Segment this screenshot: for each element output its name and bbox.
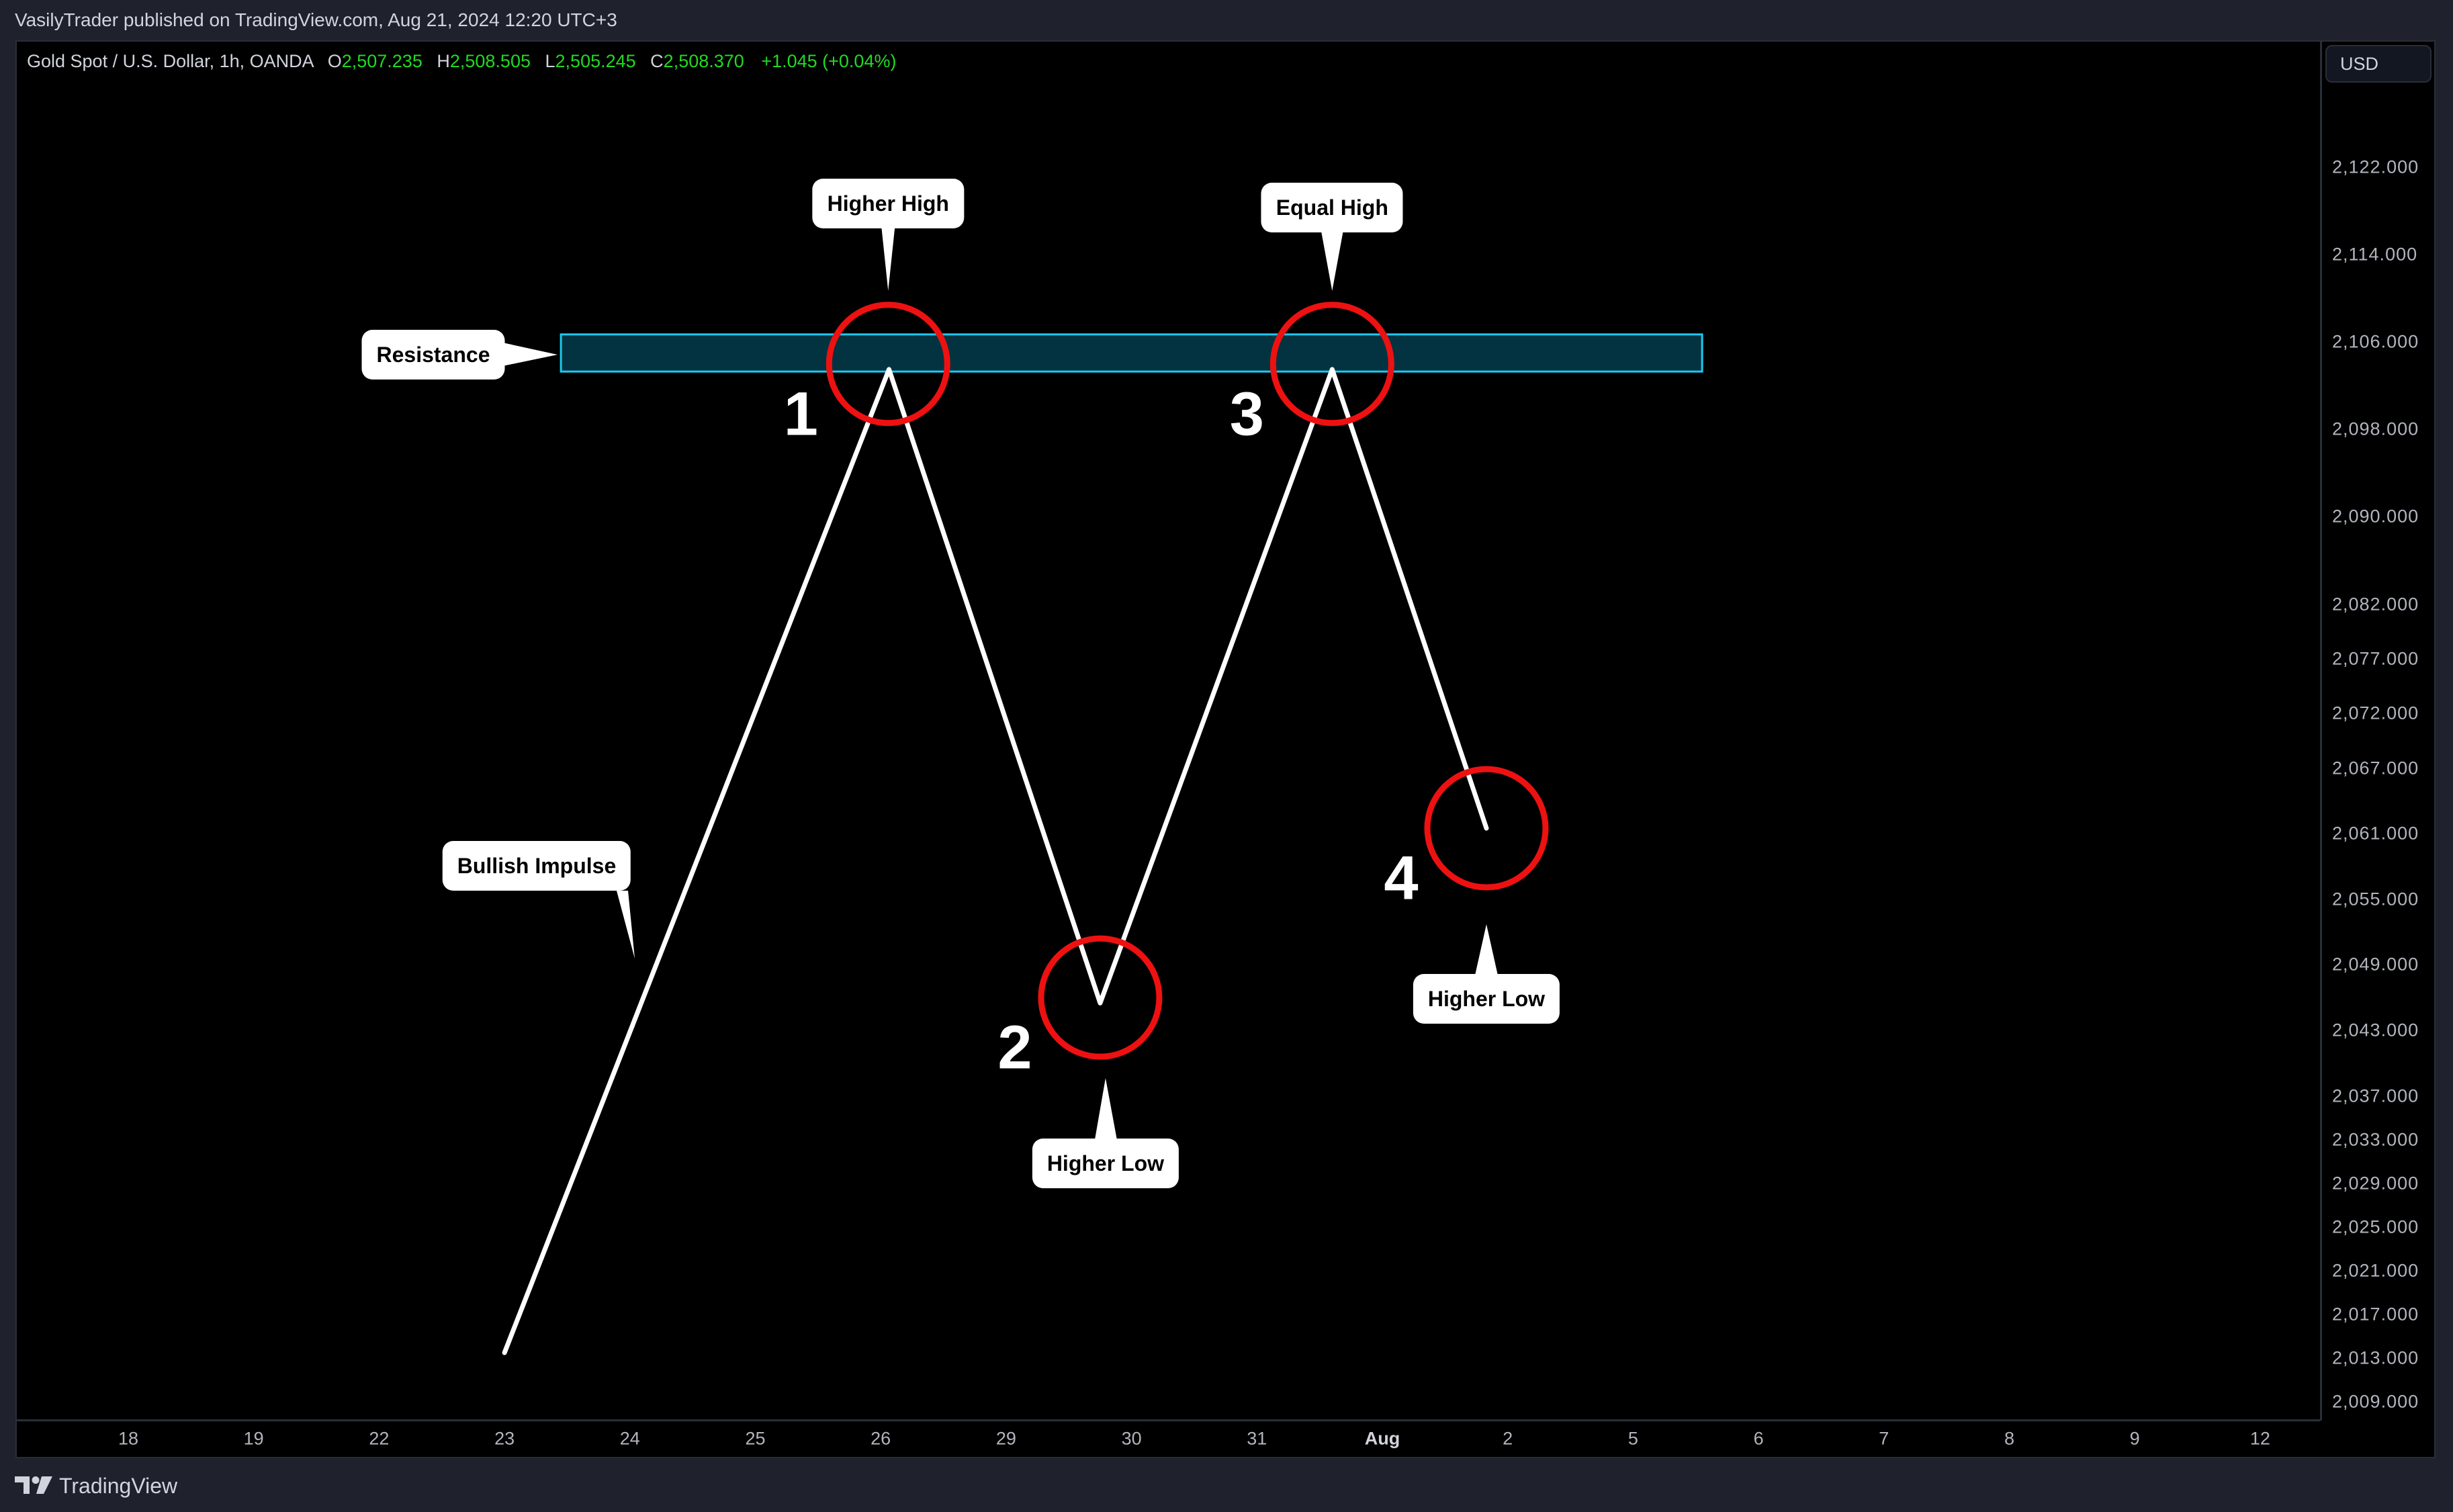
higher-low-callout-4-pointer[interactable] [1474, 924, 1498, 975]
brand-name: TradingView [59, 1473, 178, 1498]
bullish-impulse-callout-pointer[interactable] [617, 891, 635, 959]
footer-brand: TradingView [15, 1471, 177, 1501]
swing-number-label: 3 [1229, 380, 1264, 449]
swing-number-label: 1 [783, 380, 818, 449]
higher-low-callout-4[interactable]: Higher Low [1413, 974, 1560, 1024]
bullish-impulse-callout[interactable]: Bullish Impulse [442, 841, 631, 891]
resistance-zone[interactable] [560, 333, 1703, 373]
higher-low-callout-2-pointer[interactable] [1094, 1078, 1117, 1140]
equal-high-callout[interactable]: Equal High [1261, 183, 1403, 232]
swing-path-line[interactable] [502, 367, 1489, 1355]
tradingview-logo-icon [15, 1476, 52, 1494]
equal-high-callout-pointer[interactable] [1321, 232, 1343, 291]
resistance-callout-pointer[interactable] [502, 343, 558, 366]
swing-number-label: 4 [1384, 844, 1419, 913]
drawings-layer [502, 227, 1703, 1355]
higher-high-callout-pointer[interactable] [881, 227, 895, 291]
resistance-callout[interactable]: Resistance [361, 330, 505, 380]
higher-high-callout[interactable]: Higher High [812, 179, 964, 228]
higher-low-callout-2[interactable]: Higher Low [1032, 1139, 1179, 1188]
swing-number-label: 2 [997, 1013, 1032, 1082]
